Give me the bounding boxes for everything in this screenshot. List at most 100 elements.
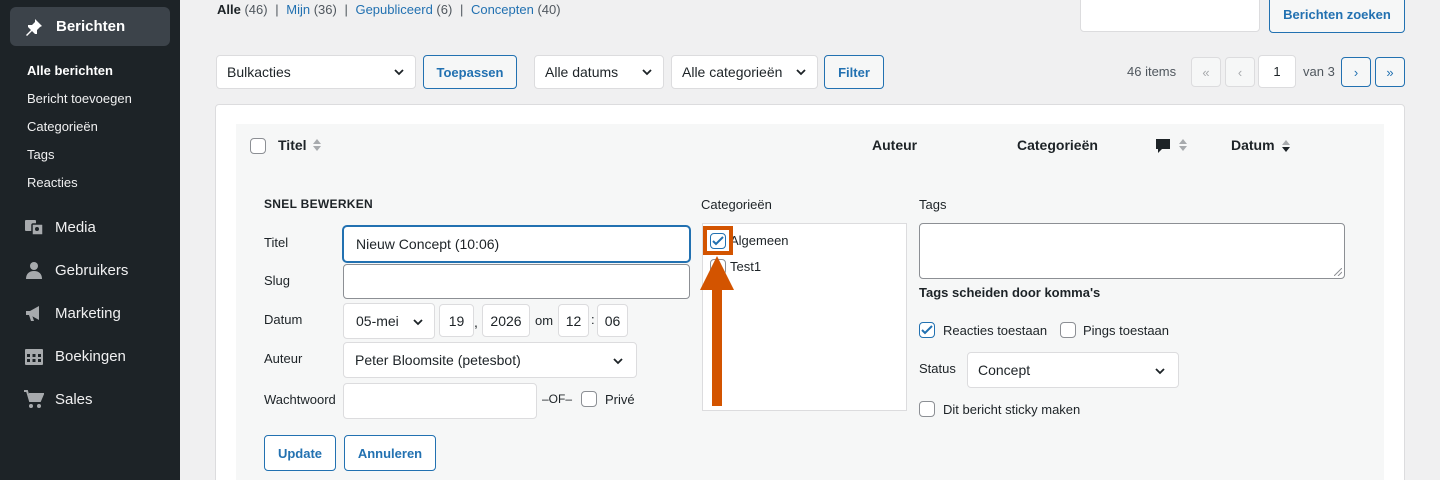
private-checkbox[interactable] (581, 391, 597, 407)
chevron-down-icon (642, 69, 652, 76)
first-page-button: « (1191, 57, 1221, 87)
column-author: Auteur (872, 137, 918, 153)
submenu-categorieen[interactable]: Categorieën (27, 118, 132, 146)
chevron-down-icon (413, 319, 423, 326)
title-label: Titel (264, 235, 289, 250)
total-pages: van 3 (1303, 64, 1335, 79)
filter-published-count: (6) (436, 2, 453, 17)
last-page-button[interactable]: » (1375, 57, 1405, 87)
filter-mine-count: (36) (313, 2, 337, 17)
tags-label: Tags (919, 197, 947, 212)
allow-pings-checkbox[interactable] (1060, 322, 1076, 338)
categories-value: Alle categorieën (682, 64, 783, 80)
dates-select[interactable]: Alle datums (534, 55, 664, 89)
users-icon (23, 259, 45, 281)
separator: | (459, 2, 464, 17)
status-label: Status (919, 361, 956, 376)
select-all-checkbox[interactable] (250, 138, 266, 154)
allow-comments-label: Reacties toestaan (943, 323, 1048, 338)
chevron-down-icon (796, 69, 806, 76)
search-input[interactable] (1080, 0, 1260, 32)
cancel-button[interactable]: Annuleren (344, 435, 436, 471)
prev-page-button: ‹ (1225, 57, 1255, 87)
bulk-actions-value: Bulkacties (227, 64, 291, 80)
arrow-up-icon (700, 256, 734, 406)
filter-drafts[interactable]: Concepten (471, 2, 534, 17)
date-label: Datum (264, 312, 303, 327)
tags-textarea[interactable] (919, 223, 1345, 279)
menu-item-label: Sales (55, 390, 93, 408)
update-button[interactable]: Update (264, 435, 336, 471)
categories-label: Categorieën (701, 197, 772, 212)
author-select[interactable]: Peter Bloomsite (petesbot) (343, 342, 637, 378)
submenu-reacties[interactable]: Reacties (27, 174, 132, 202)
search-posts-button[interactable]: Berichten zoeken (1269, 0, 1405, 33)
submenu-bericht-toevoegen[interactable]: Bericht toevoegen (27, 90, 132, 118)
sort-icon (313, 139, 321, 151)
menu-item-label: Boekingen (55, 347, 126, 365)
menu-item-marketing[interactable]: Marketing (23, 301, 121, 325)
items-count: 46 items (1127, 64, 1177, 79)
menu-item-boekingen[interactable]: Boekingen (23, 344, 126, 368)
password-label: Wachtwoord (264, 392, 336, 407)
highlight-box (703, 226, 733, 255)
minute-input[interactable]: 06 (597, 304, 628, 337)
categories-select[interactable]: Alle categorieën (671, 55, 818, 89)
menu-item-sales[interactable]: Sales (23, 387, 93, 411)
menu-item-label: Gebruikers (55, 261, 129, 279)
next-page-button[interactable]: › (1341, 57, 1371, 87)
menu-item-media[interactable]: Media (23, 215, 96, 239)
filter-published[interactable]: Gepubliceerd (355, 2, 432, 17)
sort-icon (1179, 139, 1187, 151)
separator: | (344, 2, 348, 17)
post-status-filters: Alle (46) | Mijn (36) | Gepubliceerd (6)… (217, 2, 561, 17)
submenu-tags[interactable]: Tags (27, 146, 132, 174)
chevron-down-icon (613, 358, 623, 365)
status-select[interactable]: Concept (967, 352, 1179, 388)
current-page-input[interactable]: 1 (1258, 55, 1296, 88)
category-algemeen-label: Algemeen (730, 233, 789, 248)
menu-item-berichten[interactable]: Berichten (10, 7, 170, 46)
day-input[interactable]: 19 (439, 304, 474, 337)
resize-handle-icon (1334, 268, 1342, 276)
hour-input[interactable]: 12 (558, 304, 589, 337)
megaphone-icon (23, 302, 45, 324)
filter-all[interactable]: Alle (217, 2, 241, 17)
month-value: 05-mei (356, 313, 399, 329)
menu-item-label: Media (55, 218, 96, 236)
allow-comments-checkbox[interactable] (919, 322, 935, 338)
apply-button[interactable]: Toepassen (423, 55, 517, 89)
calendar-icon (23, 345, 45, 367)
bulk-actions-select[interactable]: Bulkacties (216, 55, 416, 89)
menu-item-label: Marketing (55, 304, 121, 322)
filter-all-count: (46) (244, 2, 268, 17)
filter-mine[interactable]: Mijn (286, 2, 310, 17)
menu-item-gebruikers[interactable]: Gebruikers (23, 258, 128, 282)
title-input[interactable]: Nieuw Concept (10:06) (343, 226, 690, 262)
time-colon: : (591, 312, 595, 327)
pin-icon (26, 18, 42, 36)
month-select[interactable]: 05-mei (343, 303, 435, 339)
column-title[interactable]: Titel (278, 137, 307, 153)
year-input[interactable]: 2026 (482, 304, 530, 337)
comment-icon[interactable] (1155, 138, 1171, 154)
filter-drafts-count: (40) (537, 2, 561, 17)
date-comma: , (474, 314, 478, 330)
sort-desc-icon (1282, 140, 1290, 152)
chevron-down-icon (1155, 368, 1165, 375)
submenu-alle-berichten[interactable]: Alle berichten (27, 62, 132, 90)
or-separator: –OF– (542, 392, 573, 406)
slug-input[interactable] (343, 264, 690, 299)
cart-icon (23, 388, 45, 410)
column-categories: Categorieën (1017, 137, 1098, 153)
password-input[interactable] (343, 383, 537, 419)
column-date[interactable]: Datum (1231, 137, 1275, 153)
quick-edit-heading: SNEL BEWERKEN (264, 197, 374, 211)
filter-button[interactable]: Filter (824, 55, 884, 89)
private-label: Privé (605, 392, 635, 407)
sticky-checkbox[interactable] (919, 401, 935, 417)
checkmark-icon (921, 325, 933, 335)
separator: | (275, 2, 279, 17)
menu-item-label: Berichten (56, 18, 126, 35)
tags-hint: Tags scheiden door komma's (919, 285, 1101, 300)
